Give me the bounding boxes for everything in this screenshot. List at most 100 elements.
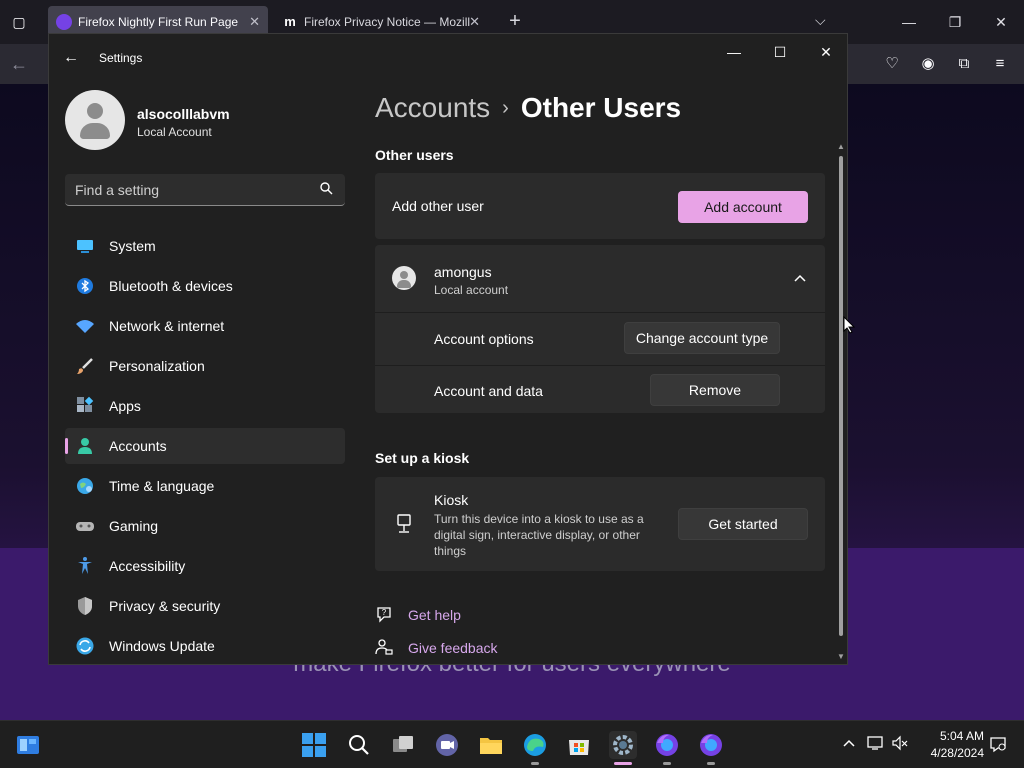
feedback-icon	[375, 638, 393, 656]
extensions-icon[interactable]: ⧉	[953, 53, 975, 75]
sidebar-item-accessibility[interactable]: Accessibility	[65, 548, 345, 584]
avatar-body	[80, 123, 110, 139]
account-options-label: Account options	[434, 331, 534, 347]
sidebar-item-network[interactable]: Network & internet	[65, 308, 345, 344]
sidebar-item-apps[interactable]: Apps	[65, 388, 345, 424]
back-arrow-icon[interactable]: ←	[63, 48, 83, 68]
menu-icon[interactable]: ≡	[989, 53, 1011, 75]
profile-account-type: Local Account	[137, 125, 212, 139]
scroll-down-icon[interactable]: ▼	[837, 652, 845, 661]
mozilla-m-icon: m	[284, 14, 296, 29]
wifi-icon	[75, 316, 95, 336]
search-icon[interactable]	[319, 181, 335, 197]
avatar-head	[87, 103, 103, 119]
file-explorer-icon[interactable]	[477, 731, 505, 759]
gamepad-icon	[75, 516, 95, 536]
sidebar-item-bluetooth[interactable]: Bluetooth & devices	[65, 268, 345, 304]
search-box[interactable]	[65, 174, 345, 206]
chevron-up-icon[interactable]	[793, 271, 807, 285]
firefox-nightly-icon[interactable]	[653, 731, 681, 759]
settings-gear-icon[interactable]	[609, 731, 637, 759]
sidebar-item-privacy-security[interactable]: Privacy & security	[65, 588, 345, 624]
kiosk-card: Kiosk Turn this device into a kiosk to u…	[375, 477, 825, 571]
user-avatar	[392, 266, 416, 290]
kiosk-description: Turn this device into a kiosk to use as …	[434, 512, 644, 558]
get-help-link[interactable]: Get help	[408, 607, 461, 623]
search-icon[interactable]	[345, 731, 373, 759]
user-name: amongus	[434, 264, 492, 280]
sidebar-item-label: Gaming	[109, 518, 159, 534]
widgets-icon[interactable]	[14, 731, 42, 759]
divider	[375, 312, 825, 313]
maximize-icon[interactable]: ☐	[765, 40, 795, 64]
give-feedback-link[interactable]: Give feedback	[408, 640, 498, 656]
brush-icon	[75, 356, 95, 376]
clock-date[interactable]: 4/28/2024	[922, 746, 984, 760]
breadcrumb: Accounts › Other Users	[375, 92, 681, 124]
kiosk-icon	[395, 514, 413, 534]
sidebar-item-accounts[interactable]: Accounts	[65, 428, 345, 464]
scrollbar[interactable]: ▲ ▼	[837, 142, 845, 662]
clock-time[interactable]: 5:04 AM	[922, 729, 984, 743]
settings-window: ← Settings — ☐ ✕ alsocolllabvm Local Acc…	[48, 33, 848, 665]
kiosk-title: Kiosk	[434, 492, 469, 508]
apps-icon	[75, 396, 95, 416]
scroll-up-icon[interactable]: ▲	[837, 142, 845, 151]
shield-icon	[75, 596, 95, 616]
teams-chat-icon[interactable]	[433, 731, 461, 759]
network-icon[interactable]	[866, 735, 886, 755]
remove-button[interactable]: Remove	[650, 374, 780, 406]
sidebar-item-time-language[interactable]: Time & language	[65, 468, 345, 504]
store-icon[interactable]	[565, 731, 593, 759]
firefox-nightly-icon[interactable]	[697, 731, 725, 759]
sidebar-item-label: Time & language	[109, 478, 215, 494]
new-tab-button[interactable]: +	[505, 10, 525, 34]
user-card-amongus: amongus Local account Account options Ch…	[375, 245, 825, 413]
account-icon[interactable]: ◉	[917, 53, 939, 75]
sidebar-item-personalization[interactable]: Personalization	[65, 348, 345, 384]
running-indicator	[531, 762, 539, 765]
volume-muted-icon[interactable]	[890, 735, 910, 755]
restore-icon[interactable]: ❐	[940, 10, 970, 34]
globe-icon	[75, 476, 95, 496]
sidebar-item-label: Accounts	[109, 438, 167, 454]
get-started-button[interactable]: Get started	[678, 508, 808, 540]
minimize-icon[interactable]: —	[894, 10, 924, 34]
sidebar-item-label: Personalization	[109, 358, 205, 374]
sidebar-item-label: System	[109, 238, 156, 254]
start-icon[interactable]	[300, 731, 328, 759]
back-arrow-icon[interactable]: ←	[10, 54, 28, 75]
sidebar-item-system[interactable]: System	[65, 228, 345, 264]
search-input[interactable]	[75, 180, 315, 200]
minimize-icon[interactable]: —	[719, 40, 749, 64]
chevron-right-icon: ›	[502, 97, 509, 119]
add-account-button[interactable]: Add account	[678, 191, 808, 223]
sidebar-item-label: Apps	[109, 398, 141, 414]
add-user-card: Add other user Add account	[375, 173, 825, 239]
list-all-tabs-icon[interactable]: ⌵	[815, 12, 826, 29]
mouse-cursor-icon	[843, 315, 856, 334]
active-indicator	[614, 762, 632, 765]
section-title-kiosk: Set up a kiosk	[375, 450, 470, 466]
sidebar-item-windows-update[interactable]: Windows Update	[65, 628, 345, 664]
close-icon[interactable]: ✕	[811, 40, 841, 64]
avatar[interactable]	[65, 90, 125, 150]
accounts-icon	[75, 436, 95, 456]
breadcrumb-parent[interactable]: Accounts	[375, 92, 490, 123]
update-icon	[75, 636, 95, 656]
scrollbar-thumb[interactable]	[839, 156, 843, 636]
pocket-icon[interactable]: ♡	[881, 53, 903, 75]
settings-title-bar: ← Settings — ☐ ✕	[49, 34, 847, 82]
divider	[375, 365, 825, 366]
change-account-type-button[interactable]: Change account type	[624, 322, 780, 354]
firefox-view-icon[interactable]: ▢	[8, 11, 30, 33]
edge-icon[interactable]	[521, 731, 549, 759]
help-icon: ?	[375, 605, 393, 623]
task-view-icon[interactable]	[389, 731, 417, 759]
notification-icon[interactable]	[988, 735, 1008, 755]
close-icon[interactable]: ✕	[986, 10, 1016, 34]
add-other-user-label: Add other user	[392, 198, 484, 214]
chevron-up-icon[interactable]	[839, 735, 859, 755]
accessibility-icon	[75, 556, 95, 576]
sidebar-item-gaming[interactable]: Gaming	[65, 508, 345, 544]
